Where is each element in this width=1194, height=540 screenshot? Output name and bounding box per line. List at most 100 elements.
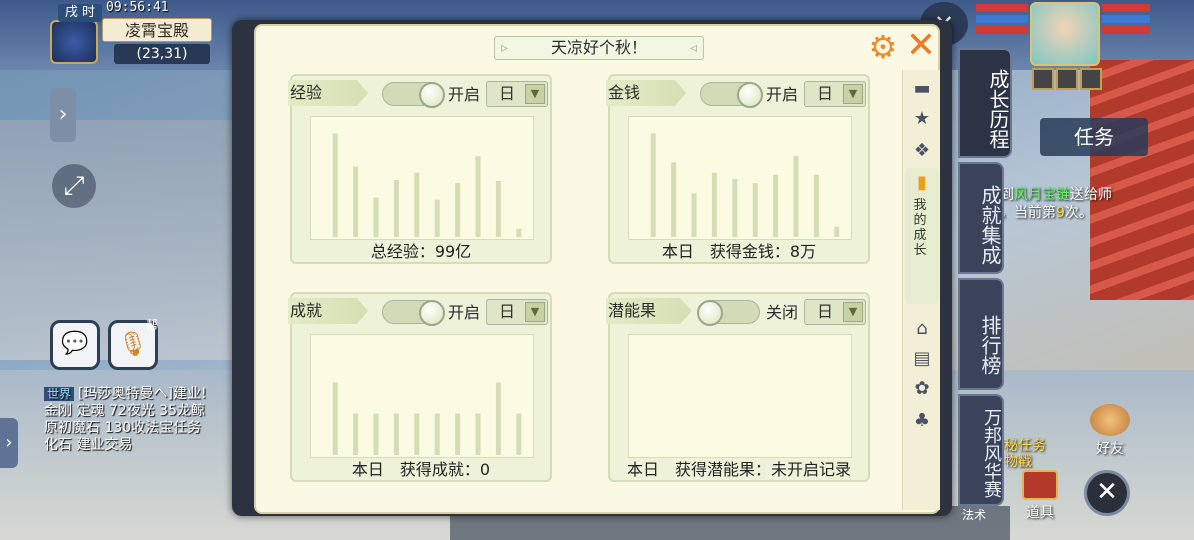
potential-fruit-summary: 本日 获得潜能果：未开启记录: [626, 460, 851, 479]
chart-bar: [393, 180, 399, 237]
expand-left-panel-button[interactable]: ›: [50, 88, 76, 142]
exp-chart: [310, 116, 534, 240]
exp-period-select[interactable]: 日 ▼: [486, 81, 548, 107]
potential-fruit-period-select[interactable]: 日 ▼: [804, 299, 866, 325]
tab-wanbang-contest[interactable]: 万邦风华赛: [958, 394, 1004, 506]
paw-icon[interactable]: ❖: [907, 138, 937, 164]
money-bar-chart: [650, 133, 840, 237]
potential-fruit-chart: [628, 334, 852, 458]
items-button[interactable]: 道具: [1018, 470, 1062, 526]
quest-text-suffix: 送给师: [1070, 187, 1112, 203]
money-period-select[interactable]: 日 ▼: [804, 81, 866, 107]
house-icon[interactable]: ⌂: [907, 316, 937, 342]
chart-bar: [516, 413, 522, 455]
buff-icon[interactable]: [1056, 68, 1078, 90]
exp-summary: 总经验：99亿: [370, 242, 472, 261]
coordinates: (23,31): [114, 44, 210, 64]
player-mp-bar: [1102, 15, 1150, 23]
treasure-chest-icon: [1022, 470, 1058, 500]
location-box[interactable]: 戌 时 09:56:41 凌霄宝殿 (23,31): [48, 0, 216, 66]
quest-count-prefix: ，当前第: [1000, 205, 1056, 221]
chart-bar: [434, 199, 440, 237]
chat-button[interactable]: 💬: [50, 320, 100, 370]
side-tab-my-growth-label: 我的成长: [913, 198, 927, 258]
spell-label[interactable]: 法术: [962, 506, 986, 523]
tab-growth-history[interactable]: 成长历程: [958, 48, 1012, 158]
player-hp-bar: [1102, 4, 1150, 12]
buff-icon[interactable]: [1032, 68, 1054, 90]
chevron-down-icon: ▼: [843, 302, 863, 322]
chart-bar: [332, 382, 338, 455]
player-anger-bar: [1102, 26, 1150, 34]
chart-bar: [455, 183, 461, 237]
chart-bar: [516, 228, 522, 237]
money-card: 金钱 开启 日 ▼ 本日 获得金钱：8万: [606, 74, 870, 264]
gear-icon[interactable]: ⚙: [866, 30, 900, 64]
buff-icon[interactable]: [1080, 68, 1102, 90]
star-icon[interactable]: ★: [907, 106, 937, 132]
money-record-toggle[interactable]: [700, 82, 763, 108]
chart-bar: [353, 166, 359, 237]
chevron-down-icon: ▼: [843, 84, 863, 104]
chevron-down-icon: ▼: [525, 84, 545, 104]
status-icons: [1032, 68, 1104, 94]
chat-channel-tag: 世界: [44, 387, 75, 401]
tab-leaderboard[interactable]: 排行榜: [958, 278, 1004, 390]
achievement-bar-chart: [332, 382, 522, 455]
achievement-summary: 本日 获得成就：0: [351, 460, 491, 479]
achievement-record-toggle[interactable]: [382, 300, 445, 326]
storage-box-icon[interactable]: ▤: [907, 346, 937, 372]
period-value: 日: [499, 302, 516, 321]
quest-count: 9: [1056, 205, 1065, 221]
chat-line: 化石 建业交易: [44, 437, 133, 453]
menu-close-button[interactable]: ✕: [1084, 470, 1130, 516]
potential-fruit-record-toggle[interactable]: [697, 300, 760, 326]
game-time-tag: 戌 时: [58, 4, 102, 22]
chart-bar: [373, 413, 379, 455]
chart-bar: [475, 413, 481, 455]
chat-log[interactable]: 世界 [玛莎奥特曼ヘ]建业! 金刚 定魂 72夜光 35龙鲸 原初魔石 130收法…: [44, 386, 240, 456]
location-name: 凌霄宝殿: [102, 18, 212, 42]
money-chart: [628, 116, 852, 240]
potential-fruit-toggle-text: 关闭: [766, 303, 799, 322]
chart-bar: [414, 413, 420, 455]
chart-bar: [691, 193, 697, 237]
chart-bar: [353, 413, 359, 455]
palette-icon[interactable]: ✿: [907, 376, 937, 402]
exp-record-toggle[interactable]: [382, 82, 445, 108]
edge-expand-button[interactable]: ›: [0, 418, 18, 468]
player-status-bars: [1102, 4, 1150, 37]
task-tab[interactable]: 任务: [1040, 118, 1148, 156]
chart-bar: [434, 413, 440, 455]
chart-bar: [752, 183, 758, 237]
fullscreen-icon[interactable]: ⤢: [52, 164, 96, 208]
handshake-icon: [1090, 404, 1130, 436]
exp-bar-chart: [332, 133, 522, 237]
chart-bar: [414, 172, 420, 237]
close-icon[interactable]: ✕: [904, 28, 938, 64]
clock: 09:56:41: [106, 0, 169, 15]
pet-status-bars: [976, 4, 1028, 37]
exp-card: 经验 开启 日 ▼ 总经验：99亿: [288, 74, 552, 264]
achievement-period-select[interactable]: 日 ▼: [486, 299, 548, 325]
exp-toggle-text: 开启: [448, 85, 481, 104]
map-emblem-icon[interactable]: [50, 20, 98, 64]
period-value: 日: [817, 84, 834, 103]
potential-fruit-card: 潜能果 关闭 日 ▼ 本日 获得潜能果：未开启记录: [606, 292, 870, 482]
player-avatar[interactable]: [1030, 2, 1100, 66]
chart-bar: [650, 133, 656, 237]
friends-button[interactable]: 好友: [1088, 404, 1132, 460]
shirt-icon[interactable]: ♣: [907, 408, 937, 434]
toggle-knob: [419, 300, 445, 326]
period-value: 日: [499, 84, 516, 103]
chart-bar: [711, 172, 717, 237]
chart-bar: [455, 413, 461, 455]
message-icon[interactable]: ▬: [907, 76, 937, 102]
quest-tracker[interactable]: 到风月宝链送给师 ，当前第9次。: [1000, 186, 1194, 222]
tab-achievement-collection[interactable]: 成就集成: [958, 162, 1004, 274]
chat-line: [玛莎奥特曼ヘ]建业!: [78, 386, 207, 402]
potential-fruit-card-label: 潜能果: [606, 298, 692, 324]
achievement-toggle-text: 开启: [448, 303, 481, 322]
red-stairs: [1090, 60, 1194, 300]
money-toggle-text: 开启: [766, 85, 799, 104]
